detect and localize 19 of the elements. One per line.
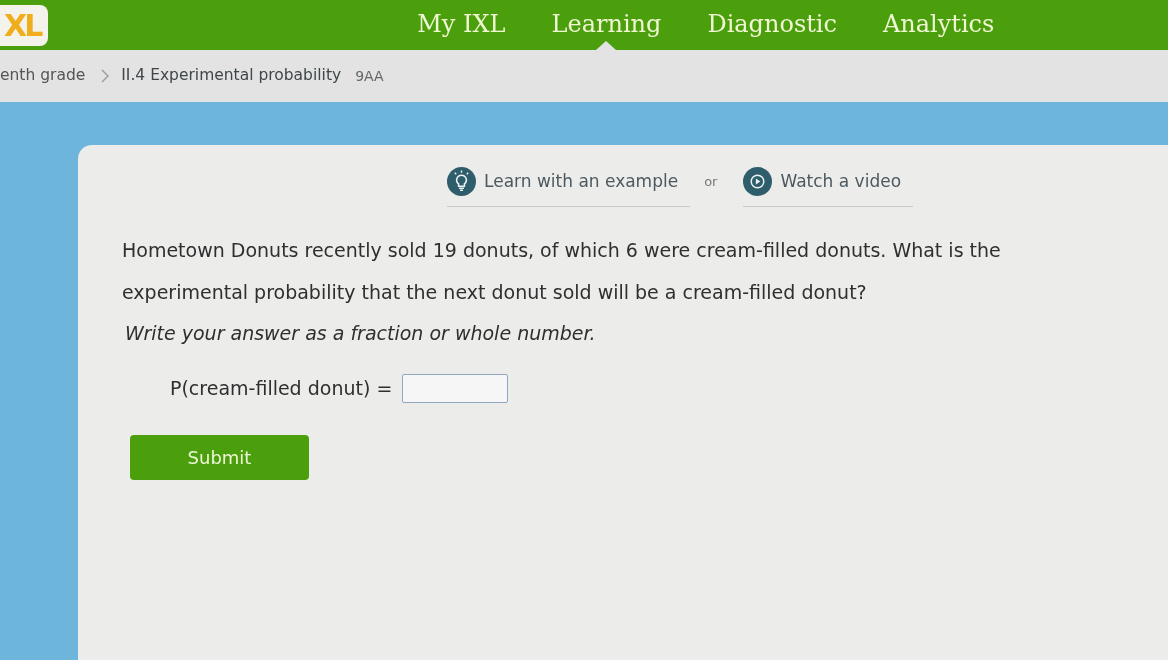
separator-text: or — [704, 173, 718, 192]
nav-tab[interactable]: Analytics — [882, 0, 995, 50]
nav-tab[interactable]: My IXL — [417, 0, 506, 50]
question-text: Hometown Donuts recently sold 19 donuts, of which 6 were cream-filled donuts. What is the experimental probability that the next donut sold will be a cream-filled donut? — [122, 238, 1002, 305]
submit-button[interactable]: Submit — [130, 434, 309, 480]
skill-code: 9AA — [355, 66, 384, 86]
learn-example-link[interactable]: Learn with an example — [447, 167, 691, 207]
lightbulb-icon — [447, 167, 476, 196]
breadcrumb-link[interactable]: enth grade — [0, 64, 86, 88]
play-icon — [743, 167, 773, 196]
chevron-right-icon — [101, 69, 110, 83]
instruction-text: Write your answer as a fraction or whole number. — [125, 321, 596, 346]
answer-input-field[interactable] — [402, 373, 509, 403]
nav-tab[interactable]: Learning — [551, 0, 662, 50]
skill-title-link[interactable]: II.4 Experimental probability — [121, 64, 342, 88]
nav-tab[interactable]: Diagnostic — [707, 0, 837, 50]
logo[interactable]: XL — [0, 5, 49, 46]
watch-video-link[interactable]: Watch a video — [743, 167, 914, 207]
equation-label: P(cream-filled donut) = — [170, 375, 393, 401]
